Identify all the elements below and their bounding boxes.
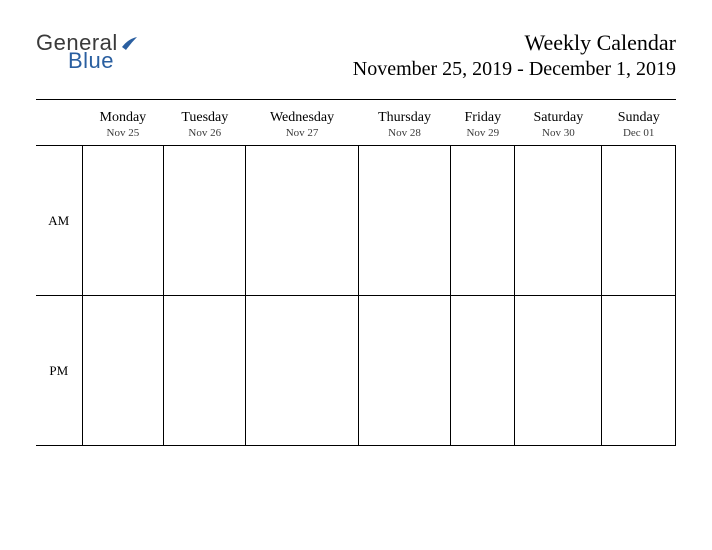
- header-rule: [36, 99, 676, 100]
- day-date-row: Nov 25 Nov 26 Nov 27 Nov 28 Nov 29 Nov 3…: [36, 127, 676, 146]
- header: General Blue Weekly Calendar November 25…: [36, 30, 676, 81]
- day-header: Sunday: [602, 106, 676, 127]
- calendar-cell: [358, 146, 451, 296]
- calendar-cell: [246, 146, 358, 296]
- day-date: Nov 29: [451, 127, 515, 146]
- calendar-cell: [515, 146, 602, 296]
- day-date: Nov 25: [82, 127, 164, 146]
- calendar-cell: [358, 296, 451, 446]
- day-date: Nov 27: [246, 127, 358, 146]
- day-date: Nov 30: [515, 127, 602, 146]
- day-header: Saturday: [515, 106, 602, 127]
- day-date: Dec 01: [602, 127, 676, 146]
- logo-text-blue: Blue: [68, 50, 140, 72]
- day-header: Tuesday: [164, 106, 246, 127]
- calendar-cell: [246, 296, 358, 446]
- pm-row: PM: [36, 296, 676, 446]
- day-header: Monday: [82, 106, 164, 127]
- date-range: November 25, 2019 - December 1, 2019: [353, 58, 676, 81]
- day-date: Nov 26: [164, 127, 246, 146]
- calendar-cell: [164, 146, 246, 296]
- calendar-cell: [451, 296, 515, 446]
- calendar-cell: [515, 296, 602, 446]
- calendar-cell: [602, 296, 676, 446]
- logo: General Blue: [36, 32, 140, 72]
- calendar-cell: [82, 296, 164, 446]
- calendar-cell: [164, 296, 246, 446]
- weekly-calendar: Monday Tuesday Wednesday Thursday Friday…: [36, 106, 676, 446]
- calendar-cell: [602, 146, 676, 296]
- day-name-row: Monday Tuesday Wednesday Thursday Friday…: [36, 106, 676, 127]
- calendar-cell: [82, 146, 164, 296]
- pm-label: PM: [36, 296, 82, 446]
- day-header: Friday: [451, 106, 515, 127]
- page-title: Weekly Calendar: [353, 30, 676, 56]
- title-block: Weekly Calendar November 25, 2019 - Dece…: [353, 30, 676, 81]
- day-header: Wednesday: [246, 106, 358, 127]
- calendar-cell: [451, 146, 515, 296]
- am-label: AM: [36, 146, 82, 296]
- day-date: Nov 28: [358, 127, 451, 146]
- day-header: Thursday: [358, 106, 451, 127]
- am-row: AM: [36, 146, 676, 296]
